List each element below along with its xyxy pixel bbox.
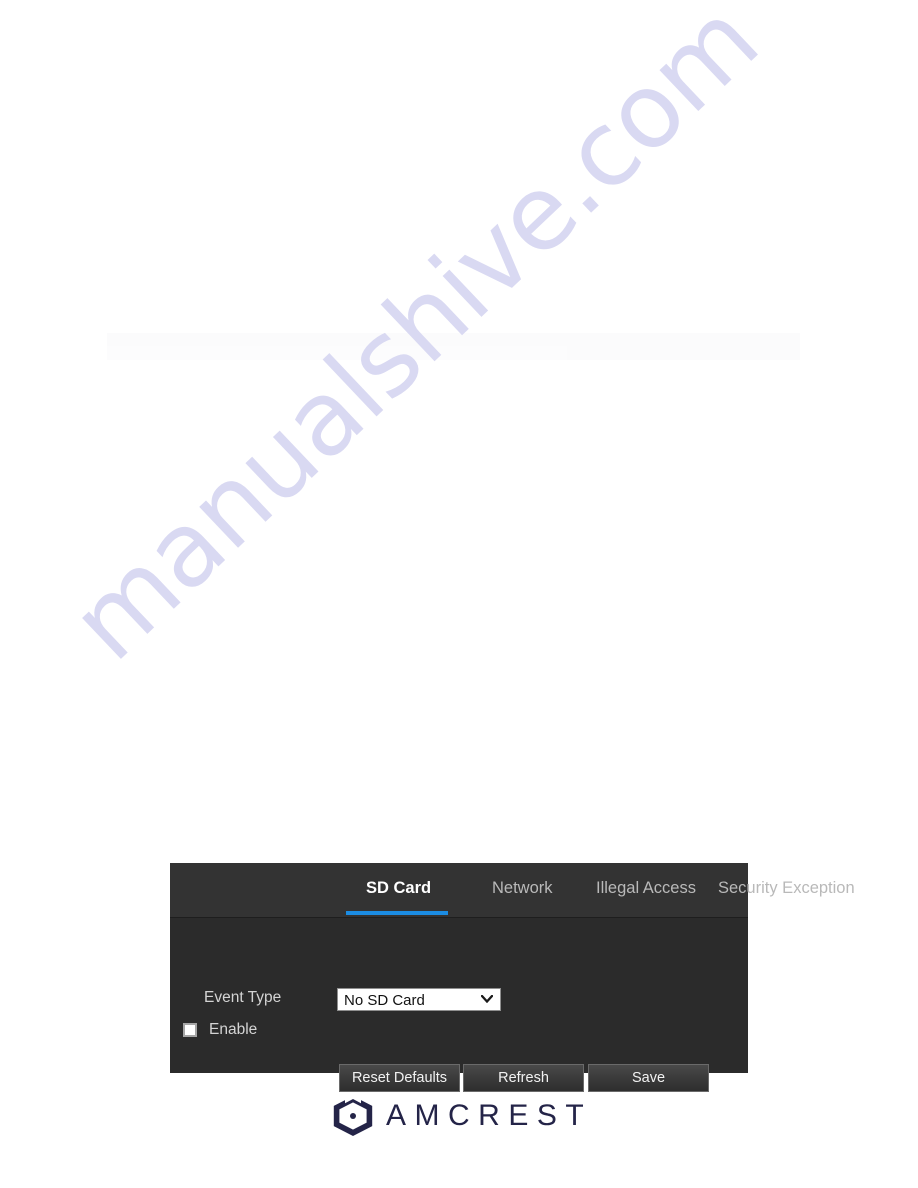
tab-security-exception[interactable]: Security Exception — [718, 863, 855, 913]
event-type-selected-value: No SD Card — [344, 992, 425, 1009]
tab-network[interactable]: Network — [492, 863, 553, 913]
amcrest-logo: AMCREST — [332, 1093, 586, 1139]
chevron-down-icon — [481, 995, 493, 1003]
watermark-text: manualshive.com — [48, 0, 781, 684]
scan-artifact-band — [107, 333, 800, 360]
scan-artifact-band-secondary — [107, 346, 567, 360]
enable-label: Enable — [209, 1021, 258, 1038]
tab-illegal-access[interactable]: Illegal Access — [596, 863, 696, 913]
panel-body: Event Type No SD Card Enable Reset Defau… — [170, 918, 748, 1092]
event-type-label: Event Type — [204, 989, 282, 1006]
amcrest-hexagon-icon — [332, 1095, 374, 1137]
event-type-select[interactable]: No SD Card — [337, 988, 501, 1011]
active-tab-indicator — [346, 911, 448, 915]
refresh-button[interactable]: Refresh — [463, 1064, 584, 1092]
enable-checkbox[interactable] — [183, 1023, 197, 1037]
reset-defaults-button[interactable]: Reset Defaults — [339, 1064, 460, 1092]
amcrest-wordmark: AMCREST — [386, 1099, 593, 1132]
tab-sd-card[interactable]: SD Card — [366, 863, 431, 913]
abnormality-settings-panel: SD Card Network Illegal Access Security … — [170, 863, 855, 1092]
save-button[interactable]: Save — [588, 1064, 709, 1092]
tab-bar: SD Card Network Illegal Access Security … — [170, 863, 855, 918]
